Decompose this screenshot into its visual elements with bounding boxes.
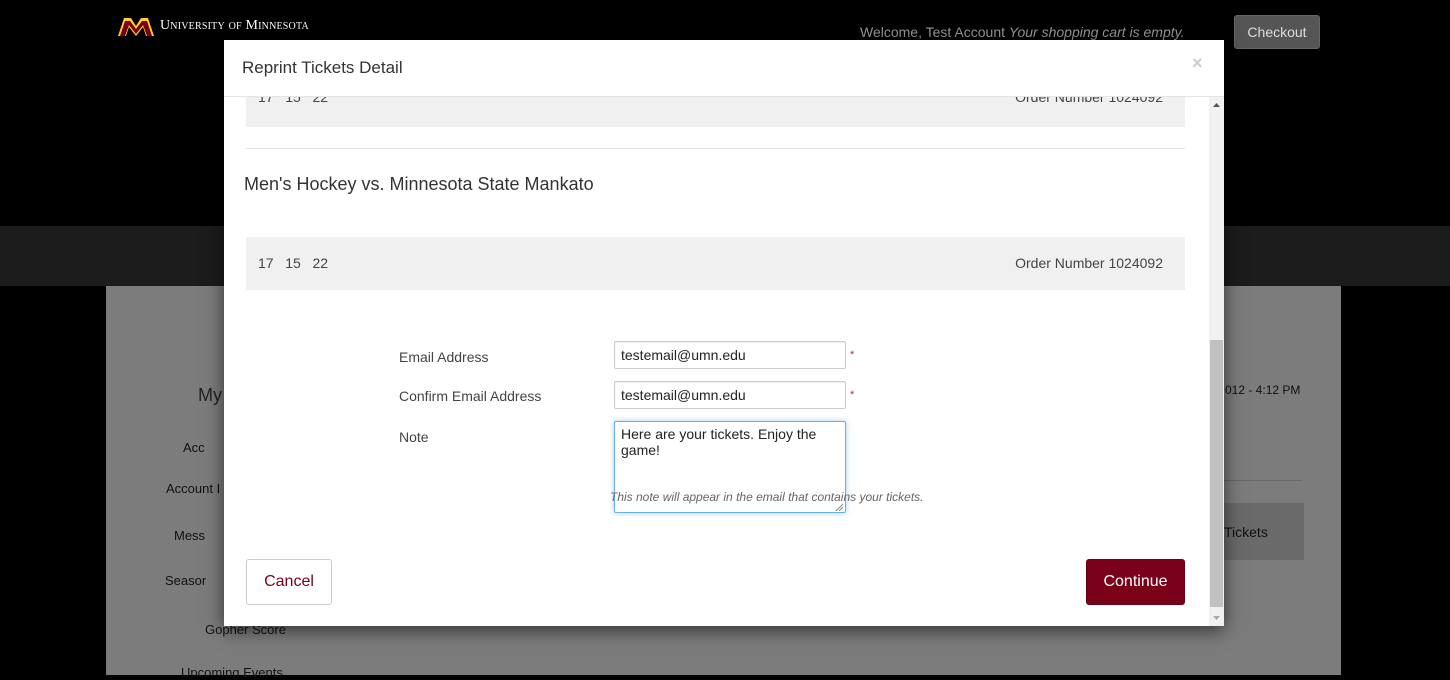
close-icon[interactable]: ×: [1192, 53, 1203, 74]
note-help-text: This note will appear in the email that …: [610, 490, 924, 504]
date-text: 012 - 4:12 PM: [1225, 383, 1301, 397]
sidebar-item[interactable]: Mess: [174, 528, 205, 543]
sidebar-item[interactable]: Upcoming Events: [181, 665, 283, 680]
continue-button[interactable]: Continue: [1086, 559, 1185, 605]
cart-status: Your shopping cart is empty.: [1008, 24, 1185, 40]
resize-grip-icon[interactable]: [835, 503, 843, 511]
email-label: Email Address: [399, 349, 489, 365]
event-title: Men's Hockey vs. Minnesota State Mankato: [244, 174, 594, 194]
order-number: Order Number 1024092: [1015, 255, 1163, 271]
cancel-button[interactable]: Cancel: [246, 559, 332, 605]
ticket-row: 17 15 22 Order Number 1024092: [246, 97, 1185, 127]
seat-numbers: 17 15 22: [258, 255, 329, 271]
modal-body: 17 15 22 Order Number 1024092 Men's Hock…: [224, 97, 1209, 626]
required-marker: *: [850, 349, 855, 361]
divider: [246, 148, 1185, 149]
block-m-icon: [118, 18, 154, 36]
confirm-email-label: Confirm Email Address: [399, 388, 542, 404]
divider: [1222, 480, 1302, 481]
umn-logo[interactable]: University of Minnesota: [118, 15, 309, 37]
scroll-down-icon[interactable]: [1209, 610, 1224, 626]
reprint-tickets-modal: Reprint Tickets Detail × 17 15 22 Order …: [224, 40, 1224, 626]
modal-scrollbar[interactable]: [1209, 97, 1224, 626]
sidebar-item[interactable]: Acc: [183, 440, 205, 455]
page-title: My: [198, 385, 222, 405]
sidebar-item[interactable]: Seasor: [165, 573, 206, 588]
welcome-user: Welcome, Test Account: [860, 24, 1005, 40]
modal-header: Reprint Tickets Detail ×: [224, 40, 1224, 97]
note-label: Note: [399, 429, 429, 445]
required-marker: *: [850, 389, 855, 401]
welcome-text: Welcome, Test Account Your shopping cart…: [860, 24, 1185, 40]
scroll-up-icon[interactable]: [1209, 97, 1224, 113]
ticket-row: 17 15 22 Order Number 1024092: [246, 237, 1185, 290]
tickets-tab-label: Tickets: [1224, 524, 1268, 540]
sidebar-item[interactable]: Account I: [166, 481, 220, 496]
logo-text: University of Minnesota: [160, 18, 309, 33]
modal-title: Reprint Tickets Detail: [242, 58, 403, 77]
order-number: Order Number 1024092: [1015, 97, 1163, 105]
checkout-button[interactable]: Checkout: [1234, 15, 1320, 49]
email-field[interactable]: [614, 341, 846, 369]
scroll-thumb[interactable]: [1210, 340, 1223, 607]
seat-numbers: 17 15 22: [258, 97, 329, 105]
confirm-email-field[interactable]: [614, 381, 846, 409]
